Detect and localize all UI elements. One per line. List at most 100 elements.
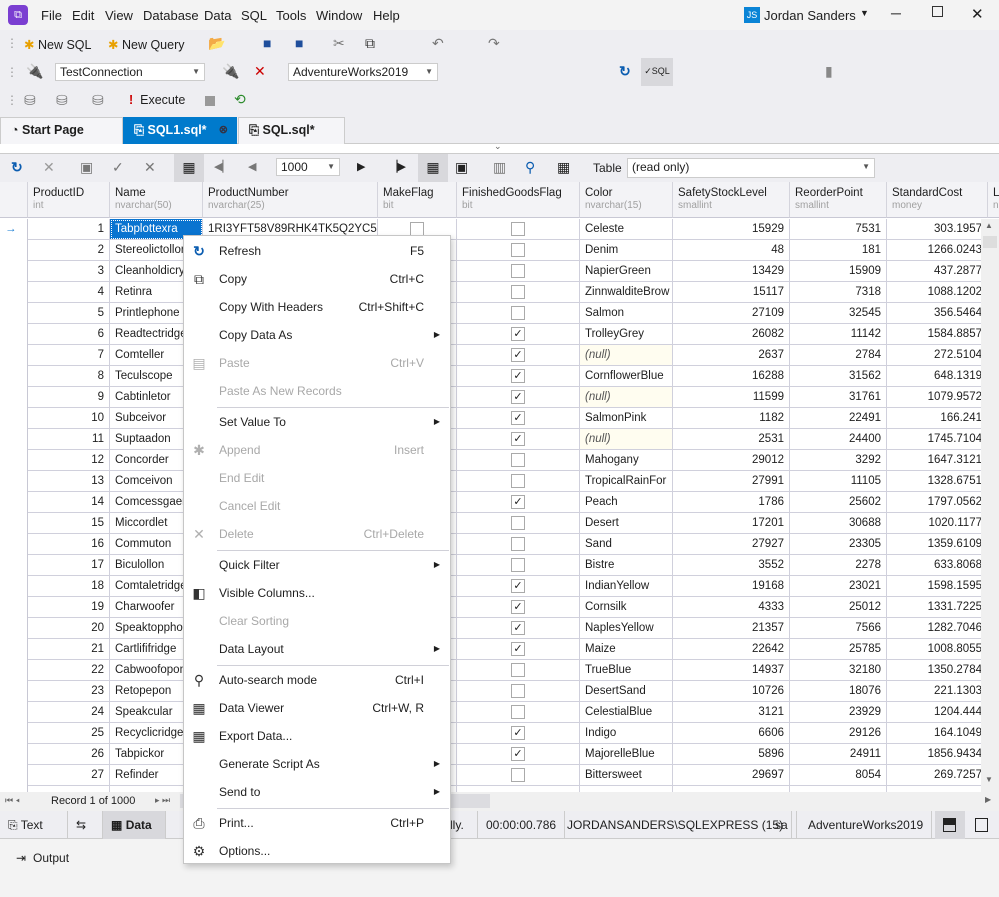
checkbox[interactable]: ✓ <box>511 369 525 383</box>
card-view-icon[interactable]: ▣ <box>455 159 468 176</box>
cell-finishedgoodsflag[interactable] <box>457 555 580 576</box>
menu-edit[interactable]: Edit <box>72 8 94 23</box>
row-indicator[interactable] <box>0 597 28 618</box>
cell-productid[interactable]: 15 <box>28 513 110 534</box>
table-row[interactable]: 2 Stereolictollor Denim 48 181 1266.0243 <box>0 240 999 261</box>
menu-item-export-data[interactable]: ▦ Export Data... <box>184 722 450 750</box>
cell-safetystocklevel[interactable]: 4333 <box>673 597 790 618</box>
connect-icon[interactable]: 🔌 <box>222 63 239 80</box>
cell-safetystocklevel[interactable]: 11599 <box>673 387 790 408</box>
cell-finishedgoodsflag[interactable] <box>457 219 580 240</box>
cell-standardcost[interactable]: 1584.8857 <box>887 324 988 345</box>
checkbox[interactable]: ✓ <box>511 432 525 446</box>
scroll-up-icon[interactable]: ▲ <box>985 221 993 230</box>
cell-safetystocklevel[interactable]: 15117 <box>673 282 790 303</box>
copy-icon[interactable]: ⧉ <box>365 35 375 52</box>
next-page-icon[interactable]: ▶ <box>357 160 365 173</box>
database-icon[interactable]: ⛁ <box>24 92 36 109</box>
row-indicator[interactable] <box>0 366 28 387</box>
cell-reorderpoint[interactable]: 3292 <box>790 450 887 471</box>
cell-color[interactable]: TrolleyGrey <box>580 324 673 345</box>
cell-finishedgoodsflag[interactable]: ✓ <box>457 576 580 597</box>
table-row[interactable]: 18 Comtaletridge ✓ IndianYellow 19168 23021 15… <box>0 576 999 597</box>
apply-icon[interactable]: ▣ <box>80 159 93 176</box>
cell-color[interactable]: NapierGreen <box>580 261 673 282</box>
cell-standardcost[interactable]: 272.5104 <box>887 345 988 366</box>
row-indicator[interactable] <box>0 534 28 555</box>
menu-file[interactable]: File <box>41 8 62 23</box>
cell-productid[interactable]: 13 <box>28 471 110 492</box>
cell-color[interactable]: SalmonPink <box>580 408 673 429</box>
minimize-button[interactable]: ─ <box>891 5 901 21</box>
cell-standardcost[interactable]: 1745.7104 <box>887 429 988 450</box>
table-row[interactable]: 20 Speaktopphon ✓ NaplesYellow 21357 7566 1282… <box>0 618 999 639</box>
cell-productid[interactable]: 16 <box>28 534 110 555</box>
cell-color[interactable]: Salmon <box>580 303 673 324</box>
cell-finishedgoodsflag[interactable]: ✓ <box>457 387 580 408</box>
cell-productid[interactable]: 21 <box>28 639 110 660</box>
cell-color[interactable]: Cornsilk <box>580 597 673 618</box>
user-dropdown-icon[interactable]: ▼ <box>860 8 869 18</box>
column-header-productid[interactable]: ProductID int <box>28 182 110 218</box>
cell-productid[interactable]: 17 <box>28 555 110 576</box>
menu-item-data-layout[interactable]: Data Layout ▶ <box>184 635 450 663</box>
cell-finishedgoodsflag[interactable] <box>457 282 580 303</box>
scroll-thumb[interactable] <box>983 236 997 248</box>
columns-icon[interactable]: ▥ <box>493 159 506 176</box>
cell-finishedgoodsflag[interactable]: ✓ <box>457 723 580 744</box>
cell-reorderpoint[interactable]: 29126 <box>790 723 887 744</box>
row-indicator[interactable] <box>0 261 28 282</box>
cell-safetystocklevel[interactable]: 6606 <box>673 723 790 744</box>
cell-color[interactable]: NaplesYellow <box>580 618 673 639</box>
table-row[interactable]: 27 Refinder Bittersweet 29697 8054 269.7257 <box>0 765 999 786</box>
cell-reorderpoint[interactable]: 2784 <box>790 345 887 366</box>
cell-safetystocklevel[interactable]: 27991 <box>673 471 790 492</box>
column-header-reorderpoint[interactable]: ReorderPoint smallint <box>790 182 887 218</box>
cell-safetystocklevel[interactable]: 13429 <box>673 261 790 282</box>
text-tab[interactable]: ⎘ Text <box>0 811 68 839</box>
sql-editor-collapsed[interactable]: ⌄ <box>0 141 999 154</box>
cell-color[interactable]: CornflowerBlue <box>580 366 673 387</box>
menu-sql[interactable]: SQL <box>241 8 267 23</box>
cell-color[interactable]: TrueBlue <box>580 660 673 681</box>
refresh-icon[interactable]: ↻ <box>619 63 631 80</box>
cell-standardcost[interactable]: 1856.9434 <box>887 744 988 765</box>
checkbox[interactable]: ✓ <box>511 579 525 593</box>
new-connection-icon[interactable]: 🔌 <box>26 63 43 80</box>
menu-item-data-viewer[interactable]: ▦ Data Viewer Ctrl+W, R <box>184 694 450 722</box>
menu-data[interactable]: Data <box>204 8 231 23</box>
row-indicator[interactable] <box>0 660 28 681</box>
menu-item-generate-script-as[interactable]: Generate Script As ▶ <box>184 750 450 778</box>
database-select[interactable]: AdventureWorks2019 ▼ <box>288 63 438 81</box>
cell-reorderpoint[interactable]: 2278 <box>790 555 887 576</box>
cell-productid[interactable]: 1 <box>28 219 110 240</box>
table-row[interactable]: 12 Concorder Mahogany 29012 3292 1647.3121 <box>0 450 999 471</box>
cell-standardcost[interactable]: 1598.1595 <box>887 576 988 597</box>
table-row[interactable]: 17 Biculollon Bistre 3552 2278 633.8068 <box>0 555 999 576</box>
checkbox[interactable] <box>511 558 525 572</box>
row-indicator[interactable] <box>0 639 28 660</box>
cell-reorderpoint[interactable]: 23305 <box>790 534 887 555</box>
cell-finishedgoodsflag[interactable] <box>457 765 580 786</box>
table-row[interactable]: 24 Speakcular CelestialBlue 3121 23929 1204.4… <box>0 702 999 723</box>
cell-safetystocklevel[interactable]: 17201 <box>673 513 790 534</box>
cell-reorderpoint[interactable]: 18076 <box>790 681 887 702</box>
menu-tools[interactable]: Tools <box>276 8 306 23</box>
checkbox[interactable] <box>511 243 525 257</box>
table-row[interactable]: 26 Tabpickor ✓ MajorelleBlue 5896 24911 1856.9… <box>0 744 999 765</box>
cell-reorderpoint[interactable]: 8054 <box>790 765 887 786</box>
search-icon[interactable]: ⚲ <box>525 159 535 176</box>
cell-standardcost[interactable]: 1020.1177 <box>887 513 988 534</box>
cell-safetystocklevel[interactable]: 3552 <box>673 555 790 576</box>
cell-safetystocklevel[interactable]: 48 <box>673 240 790 261</box>
menu-database[interactable]: Database <box>143 8 199 23</box>
cell-reorderpoint[interactable]: 11142 <box>790 324 887 345</box>
cell-productid[interactable]: 25 <box>28 723 110 744</box>
cell-reorderpoint[interactable]: 25785 <box>790 639 887 660</box>
nav-first-icon[interactable]: ⏮ ◂ <box>5 795 20 806</box>
cancel-icon[interactable]: ✕ <box>43 159 55 176</box>
cell-reorderpoint[interactable]: 25602 <box>790 492 887 513</box>
cell-color[interactable]: Denim <box>580 240 673 261</box>
column-header-safetystocklevel[interactable]: SafetyStockLevel smallint <box>673 182 790 218</box>
menu-item-set-value-to[interactable]: Set Value To ▶ <box>184 408 450 436</box>
